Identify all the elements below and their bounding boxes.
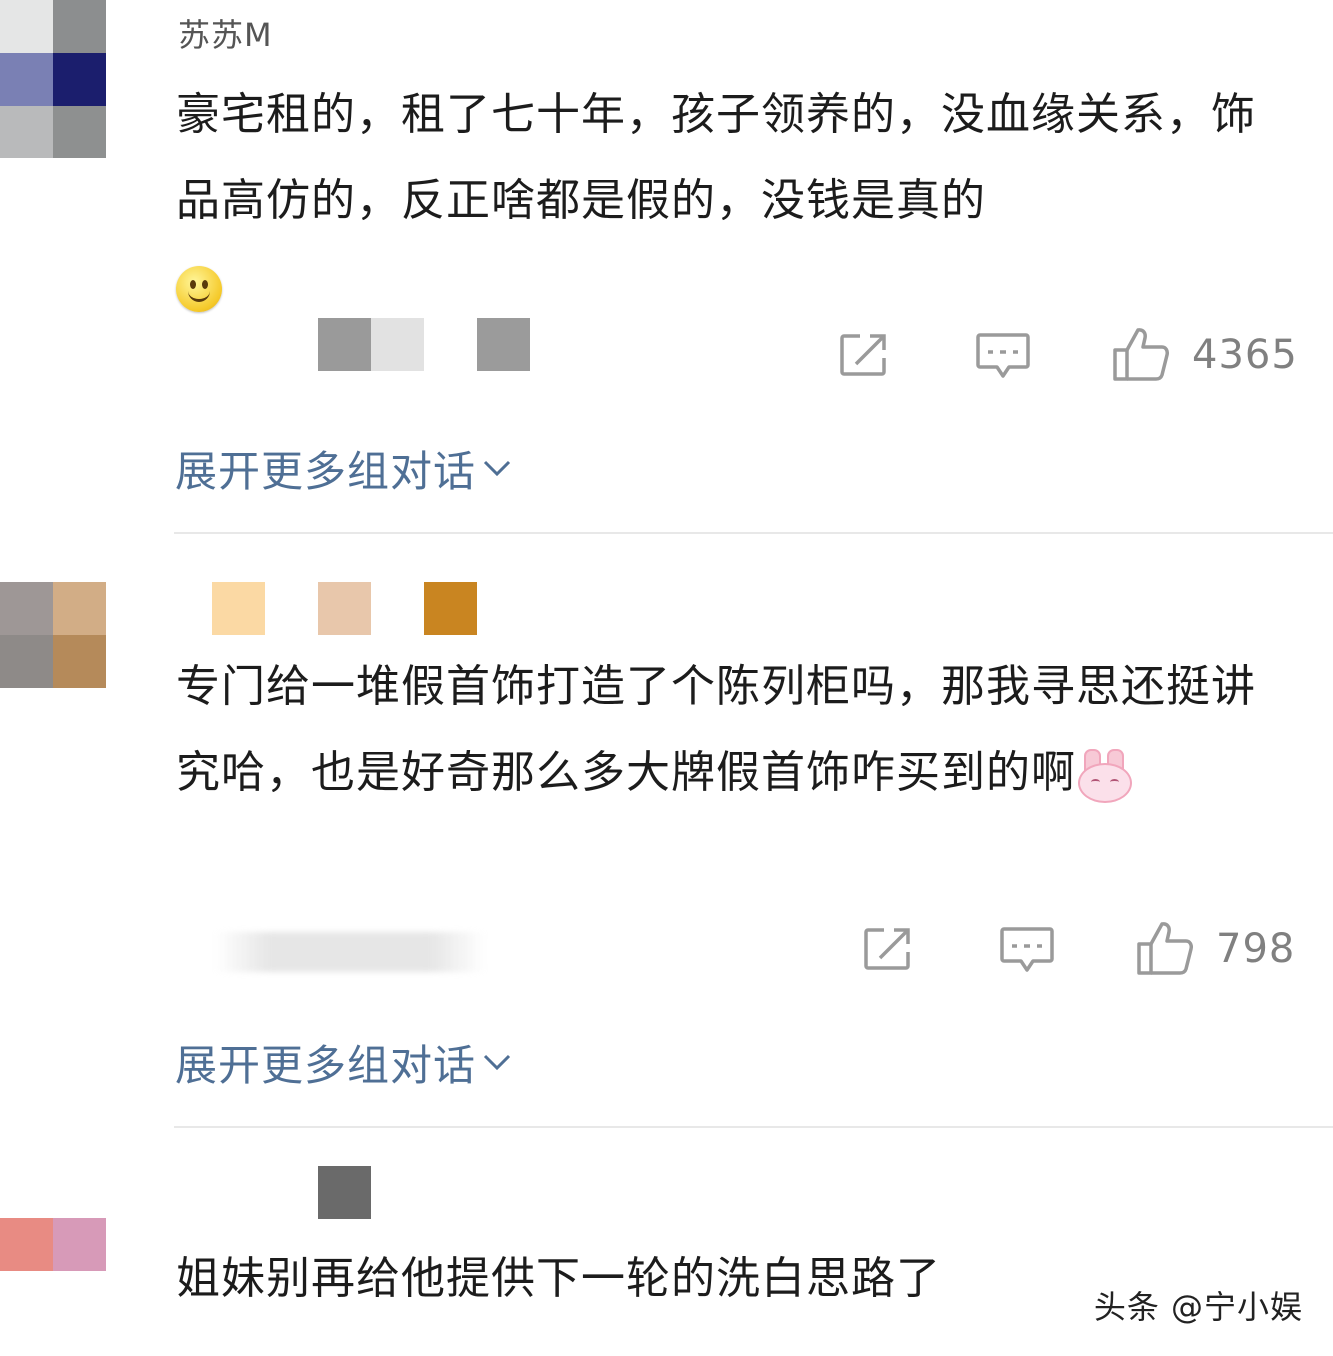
- comment-text: 专门给一堆假首饰打造了个陈列柜吗，那我寻思还挺讲究哈，也是好奇那么多大牌假首饰咋…: [176, 644, 1266, 816]
- avatar[interactable]: [0, 582, 106, 688]
- share-icon[interactable]: [862, 926, 916, 972]
- chevron-down-icon: [483, 460, 511, 476]
- expand-label: 展开更多组对话: [175, 1041, 477, 1090]
- chevron-down-icon: [483, 1054, 511, 1070]
- expand-label: 展开更多组对话: [175, 447, 477, 496]
- comment-icon[interactable]: [975, 332, 1031, 380]
- username-blurred[interactable]: [176, 582, 486, 636]
- username[interactable]: 苏苏M: [178, 10, 273, 56]
- thumbs-up-icon[interactable]: [1136, 920, 1194, 976]
- comment-meta-blurred: [215, 932, 485, 972]
- comment-icon[interactable]: [999, 926, 1055, 974]
- smile-emoji: [176, 266, 222, 312]
- comment-meta-blurred: [318, 318, 558, 374]
- username-blurred[interactable]: [318, 1166, 372, 1220]
- comment-text: 豪宅租的，租了七十年，孩子领养的，没血缘关系，饰品高仿的，反正啥都是假的，没钱是…: [176, 72, 1266, 330]
- like-count: 798: [1216, 926, 1296, 972]
- avatar[interactable]: [0, 1218, 106, 1272]
- comment-body: 姐妹别再给他提供下一轮的洗白思路了: [176, 1253, 941, 1304]
- avatar[interactable]: [0, 0, 106, 158]
- expand-conversation-link[interactable]: 展开更多组对话: [175, 1032, 512, 1093]
- like-count: 4365: [1192, 332, 1298, 378]
- thumbs-up-icon[interactable]: [1112, 326, 1170, 382]
- divider: [174, 1126, 1333, 1128]
- divider: [174, 532, 1333, 534]
- comment-body: 豪宅租的，租了七十年，孩子领养的，没血缘关系，饰品高仿的，反正啥都是假的，没钱是…: [176, 89, 1256, 226]
- expand-conversation-link[interactable]: 展开更多组对话: [175, 438, 512, 499]
- share-icon[interactable]: [838, 332, 892, 378]
- bunny-emoji: [1076, 749, 1132, 803]
- watermark: 头条 @宁小娱: [1093, 1288, 1303, 1326]
